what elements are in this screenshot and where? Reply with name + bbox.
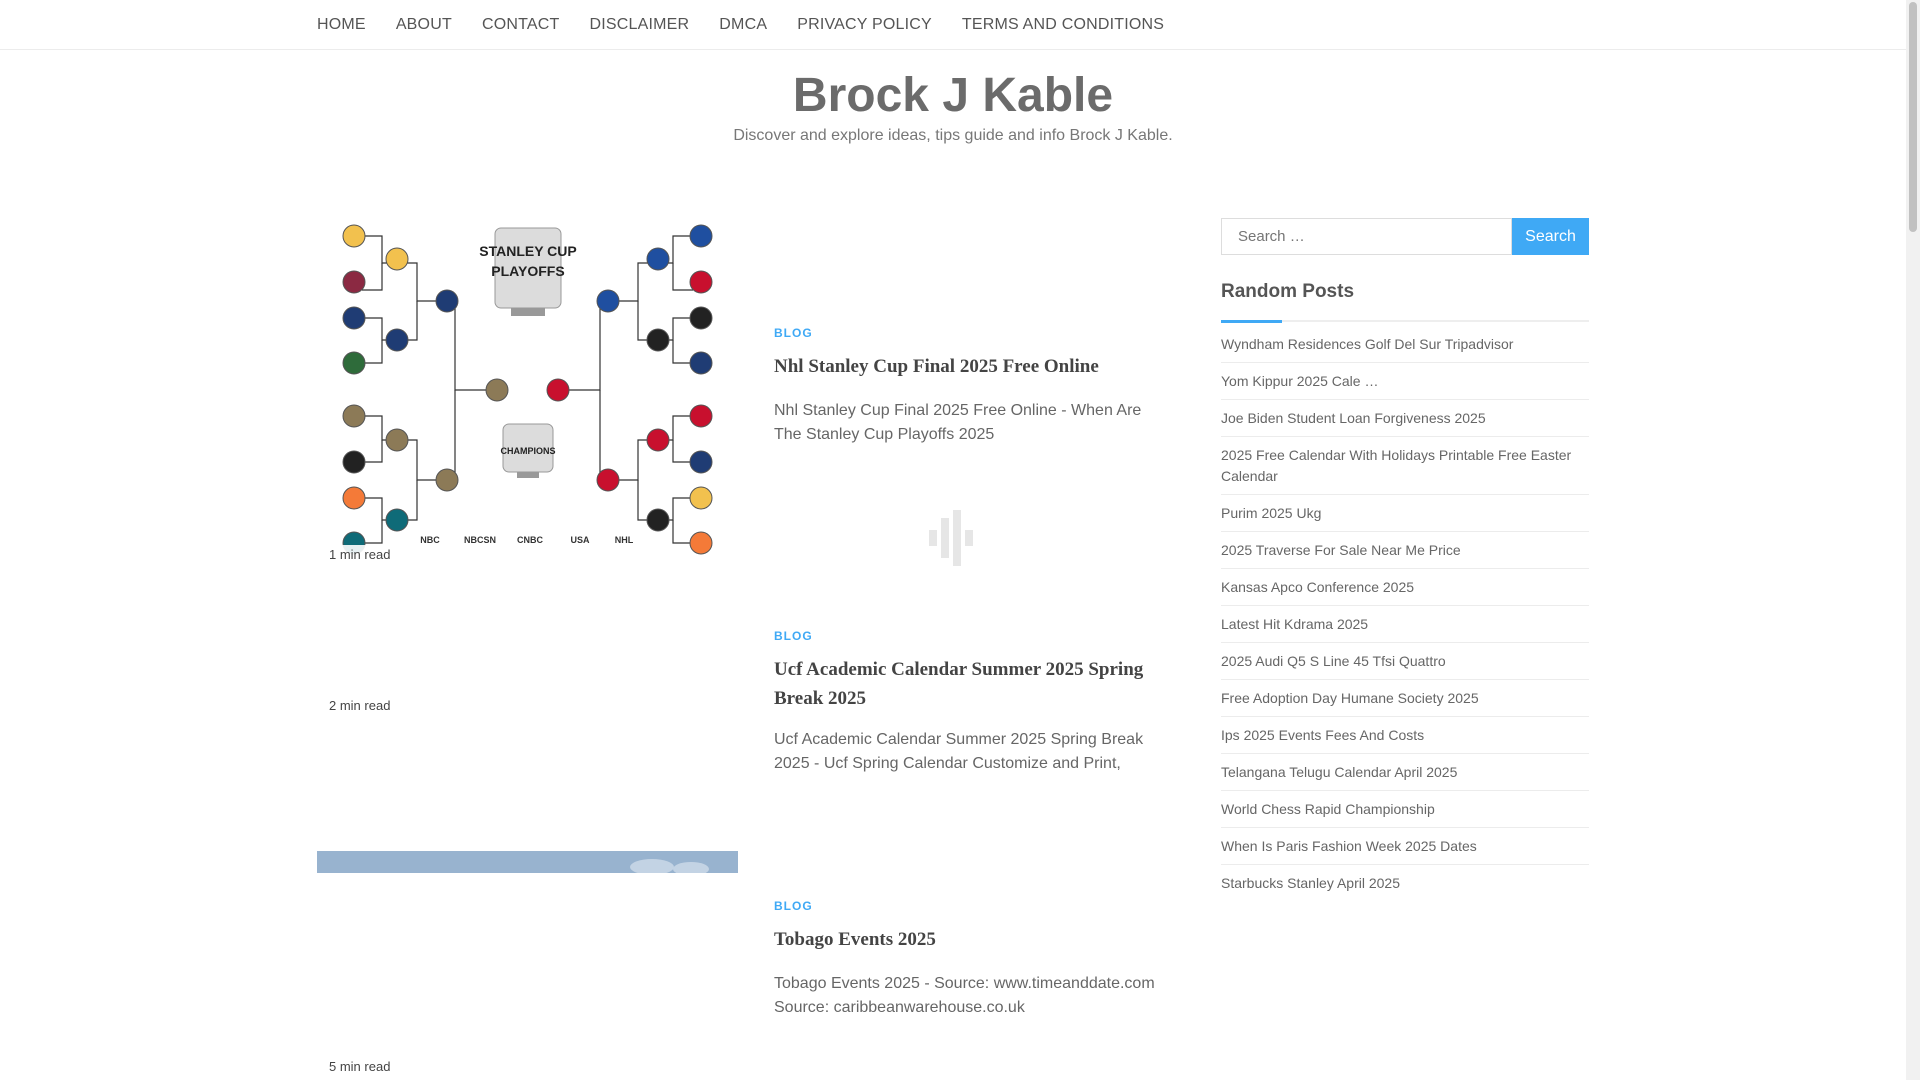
post-title[interactable]: Tobago Events 2025: [774, 925, 1164, 954]
post-excerpt: Ucf Academic Calendar Summer 2025 Spring…: [774, 731, 1144, 772]
random-post-link[interactable]: 2025 Free Calendar With Holidays Printab…: [1221, 437, 1589, 495]
nav-item-disclaimer[interactable]: DISCLAIMER: [589, 16, 689, 34]
svg-text:USA: USA: [570, 535, 590, 545]
nav-item-about[interactable]: ABOUT: [396, 16, 452, 34]
random-post-link[interactable]: Starbucks Stanley April 2025: [1221, 865, 1589, 901]
post-excerpt: Nhl Stanley Cup Final 2025 Free Online -…: [774, 402, 1142, 443]
svg-text:CHAMPIONS: CHAMPIONS: [500, 446, 555, 456]
page-scrollbar[interactable]: [1906, 0, 1920, 1080]
random-post-link[interactable]: Joe Biden Student Loan Forgiveness 2025: [1221, 400, 1589, 437]
post-excerpt: Tobago Events 2025 - Source: www.timeand…: [774, 975, 1155, 1016]
svg-text:NHL: NHL: [615, 535, 634, 545]
random-posts-list: Wyndham Residences Golf Del Sur Tripadvi…: [1221, 326, 1589, 901]
random-post-link[interactable]: When Is Paris Fashion Week 2025 Dates: [1221, 828, 1589, 865]
top-navigation: HOME ABOUT CONTACT DISCLAIMER DMCA PRIVA…: [0, 0, 1906, 50]
site-description: Discover and explore ideas, tips guide a…: [733, 127, 1173, 144]
svg-text:STANLEY CUP: STANLEY CUP: [479, 243, 577, 259]
widget-title: Random Posts: [1221, 281, 1355, 302]
nav-item-dmca[interactable]: DMCA: [719, 16, 767, 34]
widget-divider: [1221, 320, 1589, 323]
svg-text:NBCSN: NBCSN: [464, 535, 496, 545]
post-image: [317, 851, 738, 1080]
random-post-link[interactable]: Latest Hit Kdrama 2025: [1221, 606, 1589, 643]
nav-menu: HOME ABOUT CONTACT DISCLAIMER DMCA PRIVA…: [317, 0, 1194, 50]
post-card: 2 min read BLOG Ucf Academic Calendar Su…: [317, 620, 1157, 850]
nav-item-contact[interactable]: CONTACT: [482, 16, 560, 34]
random-post-link[interactable]: Wyndham Residences Golf Del Sur Tripadvi…: [1221, 326, 1589, 363]
svg-text:NBC: NBC: [420, 535, 440, 545]
svg-text:CNBC: CNBC: [517, 535, 543, 545]
post-card: STANLEY CUP PLAYOFFS CHAMPIONS NBC NBCSN…: [317, 218, 1157, 568]
read-time-badge: 1 min read: [323, 545, 397, 564]
svg-text:PLAYOFFS: PLAYOFFS: [491, 263, 564, 279]
image-placeholder-icon: [929, 510, 975, 566]
search-button[interactable]: Search: [1512, 218, 1589, 255]
post-thumbnail[interactable]: [317, 851, 738, 1080]
random-post-link[interactable]: Purim 2025 Ukg: [1221, 495, 1589, 532]
bracket-image: STANLEY CUP PLAYOFFS CHAMPIONS NBC NBCSN…: [317, 218, 738, 564]
post-title[interactable]: Nhl Stanley Cup Final 2025 Free Online: [774, 352, 1164, 381]
post-category[interactable]: BLOG: [774, 326, 813, 340]
random-post-link[interactable]: Yom Kippur 2025 Cale …: [1221, 363, 1589, 400]
random-post-link[interactable]: Kansas Apco Conference 2025: [1221, 569, 1589, 606]
search-input[interactable]: [1221, 218, 1512, 255]
post-title[interactable]: Ucf Academic Calendar Summer 2025 Spring…: [774, 655, 1164, 713]
post-card: 5 min read BLOG Tobago Events 2025 Tobag…: [317, 851, 1157, 1080]
nav-item-home[interactable]: HOME: [317, 16, 366, 34]
post-category[interactable]: BLOG: [774, 899, 813, 913]
post-category[interactable]: BLOG: [774, 629, 813, 643]
random-post-link[interactable]: 2025 Traverse For Sale Near Me Price: [1221, 532, 1589, 569]
nav-item-privacy-policy[interactable]: PRIVACY POLICY: [797, 16, 932, 34]
scrollbar-thumb[interactable]: [1909, 2, 1917, 232]
nav-item-terms[interactable]: TERMS AND CONDITIONS: [962, 16, 1164, 34]
read-time-badge: 5 min read: [323, 1057, 397, 1076]
random-post-link[interactable]: Telangana Telugu Calendar April 2025: [1221, 754, 1589, 791]
random-post-link[interactable]: 2025 Audi Q5 S Line 45 Tfsi Quattro: [1221, 643, 1589, 680]
random-post-link[interactable]: Ips 2025 Events Fees And Costs: [1221, 717, 1589, 754]
random-post-link[interactable]: Free Adoption Day Humane Society 2025: [1221, 680, 1589, 717]
read-time-badge: 2 min read: [323, 696, 397, 715]
post-thumbnail[interactable]: STANLEY CUP PLAYOFFS CHAMPIONS NBC NBCSN…: [317, 218, 738, 564]
site-title[interactable]: Brock J Kable: [0, 68, 1906, 123]
random-post-link[interactable]: World Chess Rapid Championship: [1221, 791, 1589, 828]
widget-divider-accent: [1221, 320, 1282, 323]
